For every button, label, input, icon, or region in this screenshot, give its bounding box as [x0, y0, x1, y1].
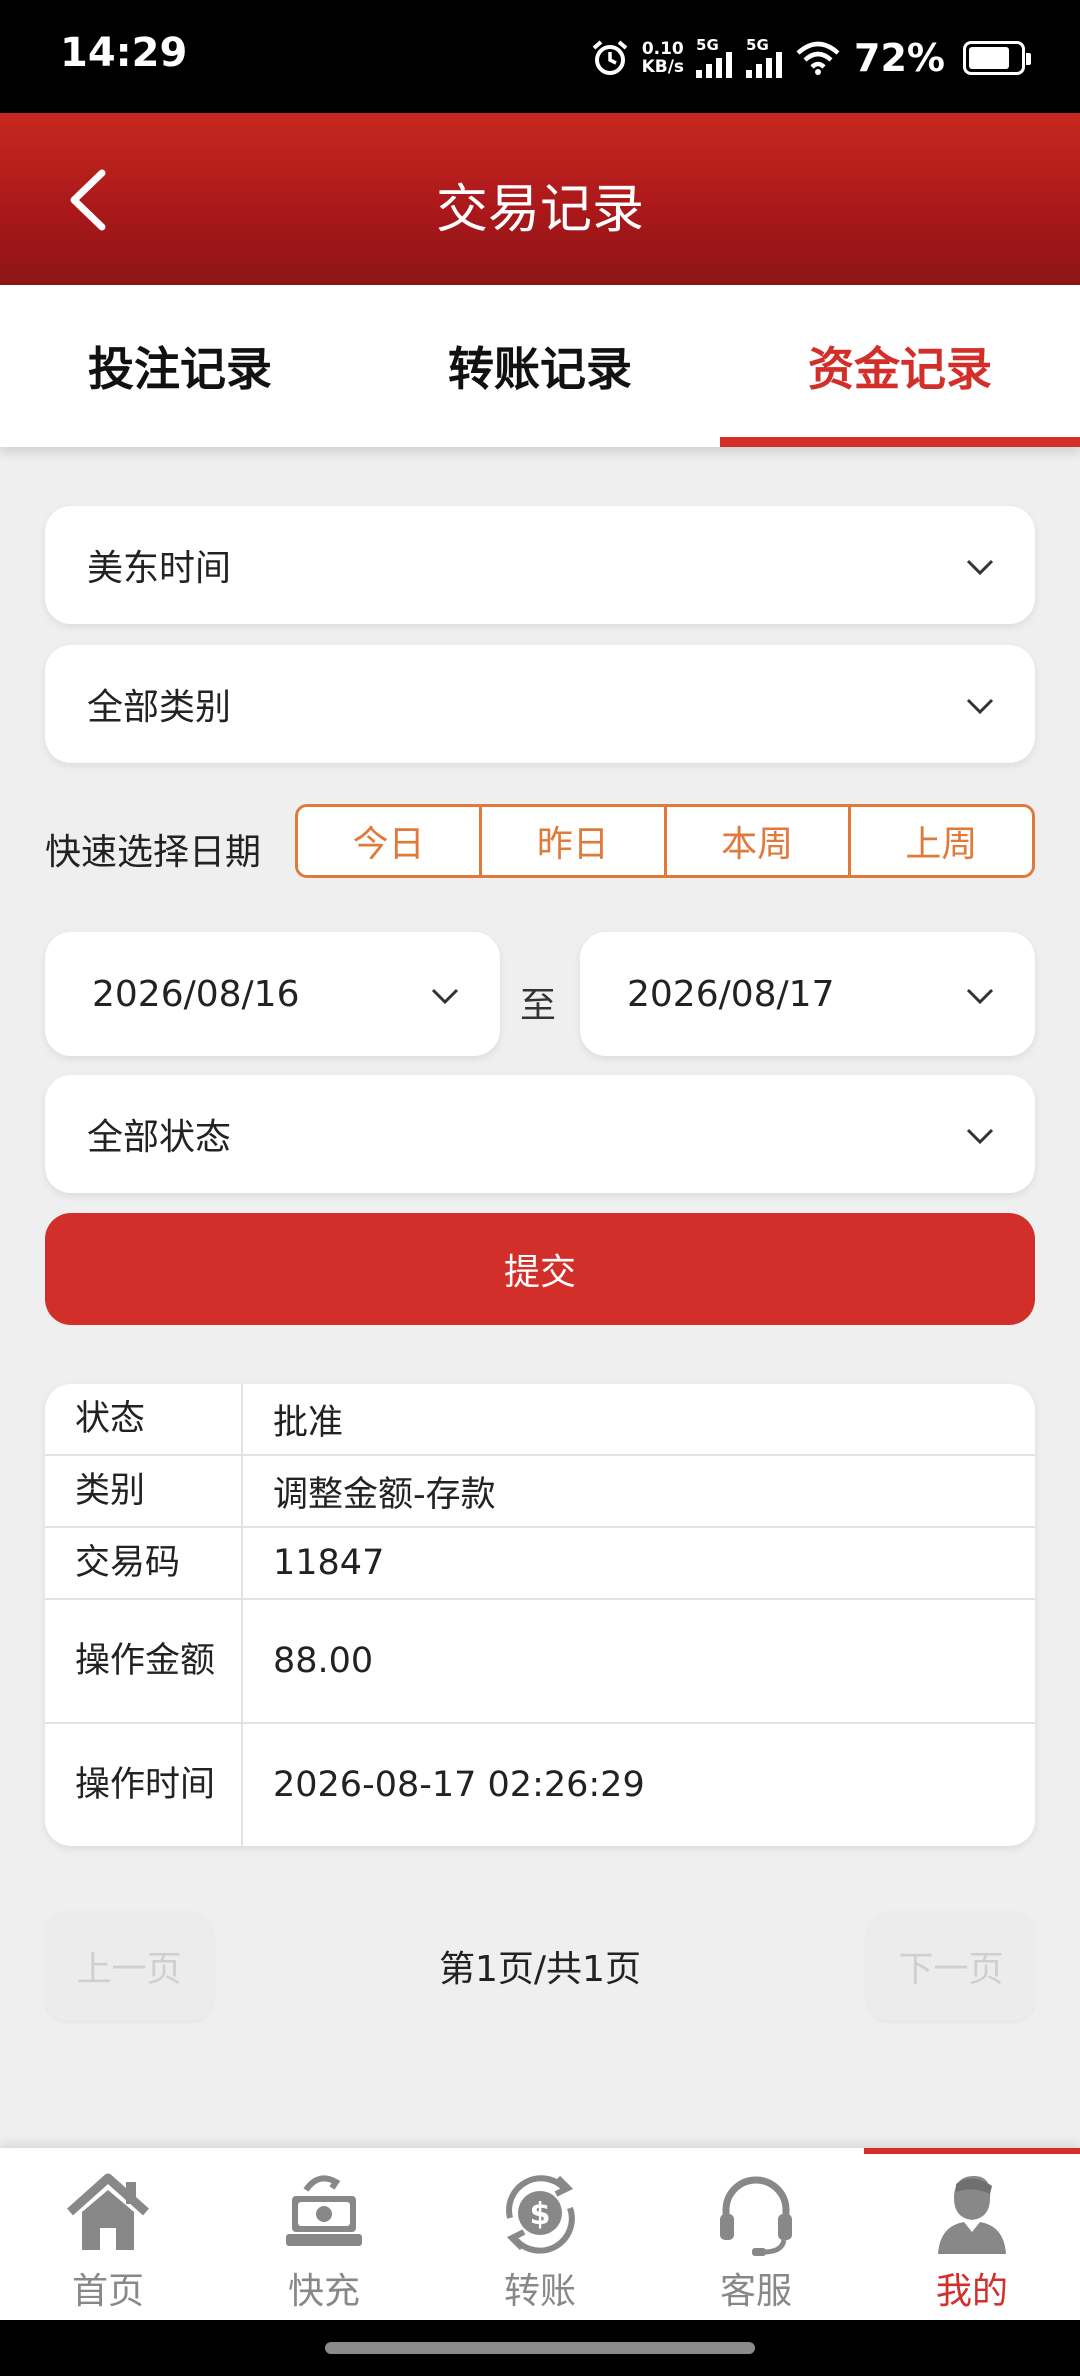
sim2-type: 5G — [746, 36, 769, 54]
chevron-down-icon — [966, 1128, 994, 1145]
date-from-select[interactable]: 2026/08/16 — [45, 932, 500, 1056]
status-icons: 0.10 KB/s 5G 5G 72% — [590, 30, 1031, 86]
date-to-value: 2026/08/17 — [627, 973, 835, 1015]
tab-bet-records[interactable]: 投注记录 — [0, 285, 360, 447]
quick-date-label: 快速选择日期 — [45, 832, 262, 873]
app-bar: 交易记录 — [0, 113, 1080, 285]
record-key: 操作时间 — [45, 1724, 243, 1846]
date-to-select[interactable]: 2026/08/17 — [580, 932, 1035, 1056]
chevron-down-icon — [966, 988, 994, 1005]
page-info: 第1页/共1页 — [439, 1949, 641, 1990]
transfer-icon: $ — [506, 2175, 575, 2254]
wifi-icon — [796, 41, 840, 75]
chevron-down-icon — [431, 988, 459, 1005]
quick-today-button[interactable]: 今日 — [298, 807, 480, 875]
quick-last-week-button[interactable]: 上周 — [847, 807, 1032, 875]
quick-date-row: 快速选择日期 今日 昨日 本周 上周 — [45, 804, 1035, 878]
svg-text:$: $ — [530, 2197, 551, 2232]
date-from-value: 2026/08/16 — [92, 973, 300, 1015]
timezone-select[interactable]: 美东时间 — [45, 506, 1035, 624]
battery-percent: 72% — [854, 36, 945, 80]
home-indicator[interactable] — [325, 2342, 755, 2354]
user-icon — [938, 2176, 1006, 2254]
battery-icon — [963, 41, 1031, 75]
record-key: 操作金额 — [45, 1600, 243, 1722]
nav-quick-charge-label: 快充 — [287, 2271, 360, 2312]
nav-transfer-label: 转账 — [503, 2271, 576, 2312]
nav-mine-label: 我的 — [935, 2271, 1008, 2312]
quick-date-options: 今日 昨日 本周 上周 — [295, 804, 1035, 878]
nav-customer-service-label: 客服 — [719, 2271, 792, 2312]
alarm-icon — [592, 40, 627, 75]
fund-record-card: 状态 批准 类别 调整金额-存款 交易码 11847 操作金额 88.00 操作… — [45, 1384, 1035, 1846]
nav-transfer[interactable]: $ 转账 — [432, 2148, 648, 2320]
status-bar: 14:29 0.10 KB/s 5G 5G 72% — [0, 0, 1080, 113]
tab-transfer-records[interactable]: 转账记录 — [360, 285, 720, 447]
system-home-bar — [0, 2320, 1080, 2376]
headset-icon — [720, 2176, 792, 2256]
table-row: 类别 调整金额-存款 — [45, 1454, 1035, 1526]
record-value: 88.00 — [273, 1641, 374, 1681]
status-time: 14:29 — [60, 30, 188, 76]
record-value: 调整金额-存款 — [273, 1474, 496, 1515]
record-tabs: 投注记录 转账记录 资金记录 — [0, 285, 1080, 447]
record-key: 类别 — [45, 1456, 243, 1526]
net-speed-value: 0.10 — [641, 39, 684, 59]
sim1-type: 5G — [696, 36, 719, 54]
chevron-down-icon — [966, 698, 994, 715]
record-value: 2026-08-17 02:26:29 — [273, 1765, 645, 1805]
next-page-button[interactable]: 下一页 — [866, 1911, 1035, 2021]
home-icon — [66, 2173, 150, 2250]
signal-icon — [746, 52, 783, 78]
nav-mine[interactable]: 我的 — [864, 2148, 1080, 2320]
status-select[interactable]: 全部状态 — [45, 1075, 1035, 1193]
bottom-nav: 首页 快充 $ 转账 客服 我的 — [0, 2148, 1080, 2320]
quick-this-week-button[interactable]: 本周 — [663, 807, 848, 875]
quick-yesterday-button[interactable]: 昨日 — [479, 807, 664, 875]
record-value: 11847 — [273, 1543, 385, 1583]
cash-icon — [286, 2175, 362, 2246]
status-value: 全部状态 — [87, 1117, 232, 1158]
record-key: 状态 — [45, 1384, 243, 1454]
nav-home[interactable]: 首页 — [0, 2148, 216, 2320]
network-speed: 0.10 KB/s — [642, 40, 684, 76]
table-row: 操作金额 88.00 — [45, 1598, 1035, 1722]
net-speed-unit: KB/s — [641, 57, 685, 77]
pagination: 上一页 第1页/共1页 下一页 — [45, 1911, 1035, 2021]
record-key: 交易码 — [45, 1528, 243, 1598]
chevron-down-icon — [966, 559, 994, 576]
signal-icon — [696, 52, 733, 78]
nav-home-label: 首页 — [71, 2271, 144, 2312]
table-row: 操作时间 2026-08-17 02:26:29 — [45, 1722, 1035, 1846]
category-value: 全部类别 — [87, 687, 232, 728]
signal-sim1: 5G — [696, 38, 734, 78]
submit-button[interactable]: 提交 — [45, 1213, 1035, 1325]
category-select[interactable]: 全部类别 — [45, 645, 1035, 763]
page-title: 交易记录 — [435, 180, 644, 240]
nav-customer-service[interactable]: 客服 — [648, 2148, 864, 2320]
signal-sim2: 5G — [746, 38, 784, 78]
tab-fund-records[interactable]: 资金记录 — [720, 285, 1080, 447]
date-range-separator: 至 — [520, 985, 557, 1026]
table-row: 状态 批准 — [45, 1384, 1035, 1454]
nav-quick-charge[interactable]: 快充 — [216, 2148, 432, 2320]
prev-page-button[interactable]: 上一页 — [45, 1911, 213, 2021]
table-row: 交易码 11847 — [45, 1526, 1035, 1598]
timezone-value: 美东时间 — [87, 548, 232, 589]
record-value: 批准 — [273, 1402, 344, 1443]
